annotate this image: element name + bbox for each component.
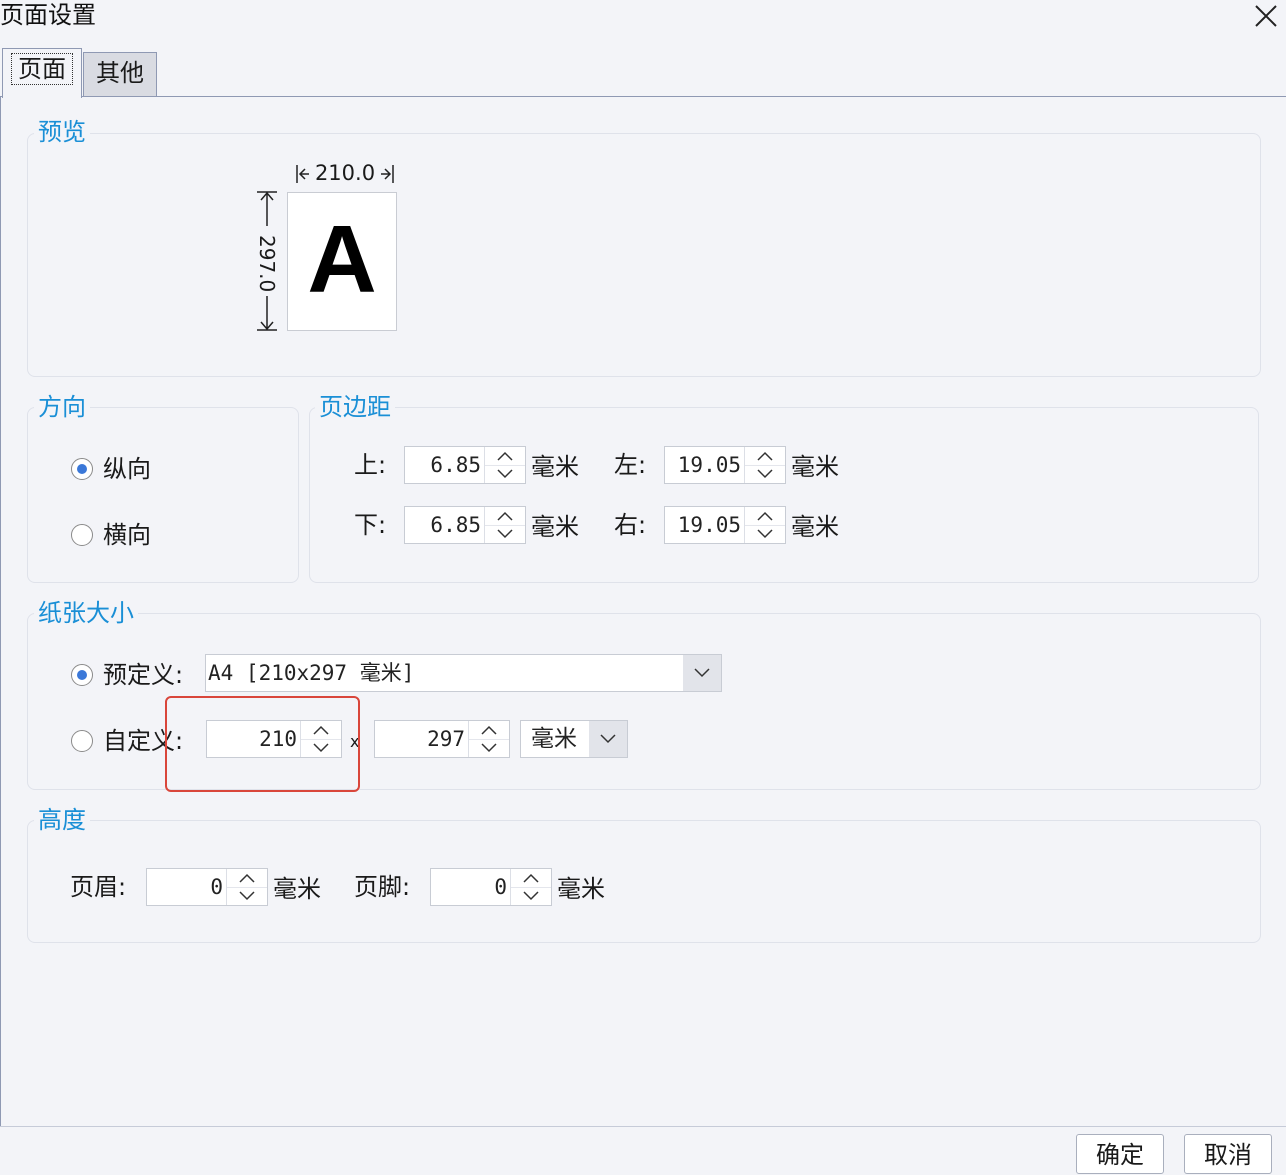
preview-height-label: 297.0 [255,235,279,293]
custom-height-value: 297 [427,727,465,751]
margin-top-label: 上: [354,451,387,479]
chevron-down-icon [523,891,539,901]
header-height-increment[interactable] [227,869,267,888]
chevron-down-icon [497,529,513,539]
close-button[interactable] [1248,0,1284,34]
panel-bottom-border [0,1126,1286,1127]
header-height-label: 页眉: [70,873,127,901]
tab-strip-divider [0,96,1286,97]
custom-radio[interactable] [71,730,93,752]
margin-right-increment[interactable] [745,507,785,526]
header-height-decrement[interactable] [227,887,267,905]
margin-bottom-label: 下: [354,511,387,539]
custom-height-decrement[interactable] [469,739,509,757]
predefined-size-dropdown-button[interactable] [683,655,721,691]
preview-width-label: 210.0 [314,161,376,185]
preview-group-title: 预览 [34,118,90,146]
tab-other-label: 其他 [96,59,144,87]
orientation-group [27,407,299,583]
tab-page-label: 页面 [11,53,73,85]
preview-group [27,133,1261,377]
tab-other[interactable]: 其他 [83,52,157,96]
margin-top-increment[interactable] [485,447,525,466]
custom-unit-select[interactable]: 毫米 [520,720,628,758]
chevron-up-icon [523,873,539,883]
panel-left-border [0,97,1,1127]
header-height-unit: 毫米 [273,875,321,903]
dimension-right-arrow-icon [381,165,394,183]
chevron-down-icon [481,743,497,753]
preview-width-dimension: 210.0 [290,160,400,186]
margin-bottom-stepper[interactable]: 6.85 [404,506,526,544]
margin-top-value: 6.85 [430,453,481,477]
footer-height-unit: 毫米 [557,875,605,903]
portrait-label: 纵向 [103,455,151,483]
chevron-down-icon [239,891,255,901]
close-icon [1255,5,1277,27]
header-height-value: 0 [210,875,223,899]
landscape-radio[interactable] [71,524,93,546]
footer-height-increment[interactable] [511,869,551,888]
chevron-up-icon [757,451,773,461]
chevron-up-icon [239,873,255,883]
chevron-down-icon [497,469,513,479]
custom-height-stepper[interactable]: 297 [374,720,510,758]
custom-height-increment[interactable] [469,721,509,740]
margin-left-stepper[interactable]: 19.05 [664,446,786,484]
preview-letter: A [307,206,377,313]
margin-right-unit: 毫米 [791,513,839,541]
dimension-left-arrow-icon [296,165,309,183]
margins-group [309,407,1259,583]
chevron-up-icon [481,725,497,735]
orientation-group-title: 方向 [34,393,90,421]
margin-right-stepper[interactable]: 19.05 [664,506,786,544]
margin-left-label: 左: [614,451,647,479]
margin-bottom-decrement[interactable] [485,525,525,543]
margin-top-unit: 毫米 [531,453,579,481]
margin-top-stepper[interactable]: 6.85 [404,446,526,484]
footer-height-stepper[interactable]: 0 [430,868,552,906]
margin-left-decrement[interactable] [745,465,785,483]
paper-size-group-title: 纸张大小 [34,599,138,627]
header-height-stepper[interactable]: 0 [146,868,268,906]
chevron-up-icon [497,511,513,521]
margin-right-decrement[interactable] [745,525,785,543]
ok-button[interactable]: 确定 [1076,1134,1164,1174]
chevron-up-icon [757,511,773,521]
chevron-down-icon [694,668,710,678]
chevron-down-icon [757,529,773,539]
footer-height-label: 页脚: [354,873,411,901]
portrait-radio[interactable] [71,458,93,480]
predefined-size-select[interactable]: A4 [210x297 毫米] [205,654,722,692]
custom-unit-dropdown-button[interactable] [589,721,627,757]
chevron-down-icon [757,469,773,479]
predefined-radio[interactable] [71,664,93,686]
chevron-up-icon [497,451,513,461]
predefined-size-value: A4 [210x297 毫米] [208,661,415,685]
window-title: 页面设置 [0,1,96,29]
margin-bottom-value: 6.85 [430,513,481,537]
custom-unit-value: 毫米 [531,726,577,752]
footer-height-decrement[interactable] [511,887,551,905]
margin-left-increment[interactable] [745,447,785,466]
highlight-box [165,696,360,792]
margin-right-label: 右: [614,511,647,539]
height-group-title: 高度 [34,806,90,834]
cancel-button[interactable]: 取消 [1184,1134,1272,1174]
footer-height-value: 0 [494,875,507,899]
margin-bottom-unit: 毫米 [531,513,579,541]
margin-left-value: 19.05 [677,453,741,477]
margin-right-value: 19.05 [677,513,741,537]
margins-group-title: 页边距 [315,393,395,421]
predefined-label: 预定义: [103,661,184,689]
margin-bottom-increment[interactable] [485,507,525,526]
margin-top-decrement[interactable] [485,465,525,483]
margin-left-unit: 毫米 [791,453,839,481]
landscape-label: 横向 [103,521,151,549]
tab-page[interactable]: 页面 [2,48,82,98]
chevron-down-icon [600,734,616,744]
